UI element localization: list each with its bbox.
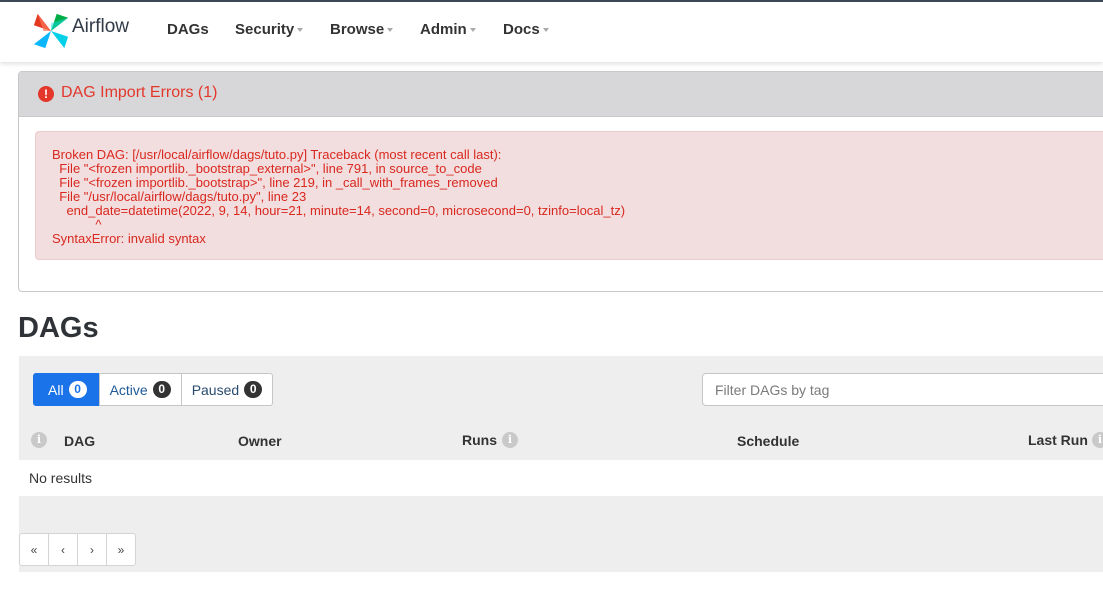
runs-info-icon[interactable]: i — [502, 432, 518, 448]
nav-dags-label: DAGs — [167, 21, 209, 38]
filter-all-label: All — [48, 381, 64, 398]
nav-admin-label: Admin — [420, 21, 467, 38]
filter-paused-label: Paused — [191, 381, 240, 398]
nav-browse[interactable]: Browse — [330, 21, 394, 38]
pagination: « ‹ › » — [19, 533, 136, 566]
column-header-owner[interactable]: Owner — [238, 433, 282, 449]
first-page-button[interactable]: « — [19, 533, 49, 566]
caret-down-icon — [387, 28, 394, 33]
status-filter-group: All 0 Active 0 Paused 0 — [33, 373, 274, 406]
tag-filter-input[interactable] — [702, 373, 1103, 406]
brand-name: Airflow — [72, 16, 130, 37]
nav-security-label: Security — [235, 21, 295, 38]
filter-active-count: 0 — [152, 381, 171, 398]
page-title: DAGs — [18, 312, 99, 344]
nav-admin[interactable]: Admin — [420, 21, 476, 38]
navbar: Airflow DAGs Security Browse Admin Docs — [0, 2, 1103, 62]
column-header-dag[interactable]: DAG — [64, 433, 95, 449]
exclamation-circle-icon: ! — [38, 86, 54, 102]
filter-paused-button[interactable]: Paused 0 — [180, 373, 274, 406]
caret-down-icon — [542, 28, 549, 33]
next-page-button[interactable]: › — [77, 533, 107, 566]
nav-docs-label: Docs — [503, 21, 540, 38]
previous-page-button[interactable]: ‹ — [48, 533, 78, 566]
import-error-traceback: Broken DAG: [/usr/local/airflow/dags/tut… — [52, 147, 626, 246]
caret-down-icon — [297, 28, 304, 33]
column-header-schedule[interactable]: Schedule — [737, 433, 799, 449]
import-errors-title: DAG Import Errors (1) — [61, 84, 218, 101]
nav-docs[interactable]: Docs — [503, 21, 549, 38]
airflow-logo-icon — [33, 13, 69, 49]
dags-list-area: All 0 Active 0 Paused 0 i DAG Owner Runs… — [19, 356, 1103, 572]
nav-dags[interactable]: DAGs — [167, 21, 209, 38]
last-run-info-icon[interactable]: i — [1092, 432, 1103, 448]
filter-paused-count: 0 — [244, 381, 263, 398]
filter-active-button[interactable]: Active 0 — [98, 373, 182, 406]
info-icon[interactable]: i — [31, 432, 47, 448]
brand[interactable]: Airflow — [32, 11, 129, 51]
last-page-button[interactable]: » — [106, 533, 136, 566]
column-header-last-run: Last Run — [1028, 432, 1088, 448]
import-errors-header[interactable]: ! DAG Import Errors (1) — [19, 72, 1103, 117]
filter-active-label: Active — [109, 381, 148, 398]
nav-browse-label: Browse — [330, 21, 385, 38]
filter-all-button[interactable]: All 0 — [33, 373, 100, 406]
caret-down-icon — [469, 28, 476, 33]
import-error-message-box: Broken DAG: [/usr/local/airflow/dags/tut… — [35, 131, 1103, 260]
import-errors-panel: ! DAG Import Errors (1) Broken DAG: [/us… — [18, 71, 1103, 292]
column-header-runs: Runs — [462, 432, 497, 448]
nav-security[interactable]: Security — [235, 21, 304, 38]
no-results-text: No results — [29, 470, 93, 486]
filter-all-count: 0 — [68, 381, 87, 398]
table-row: No results — [19, 460, 1103, 496]
